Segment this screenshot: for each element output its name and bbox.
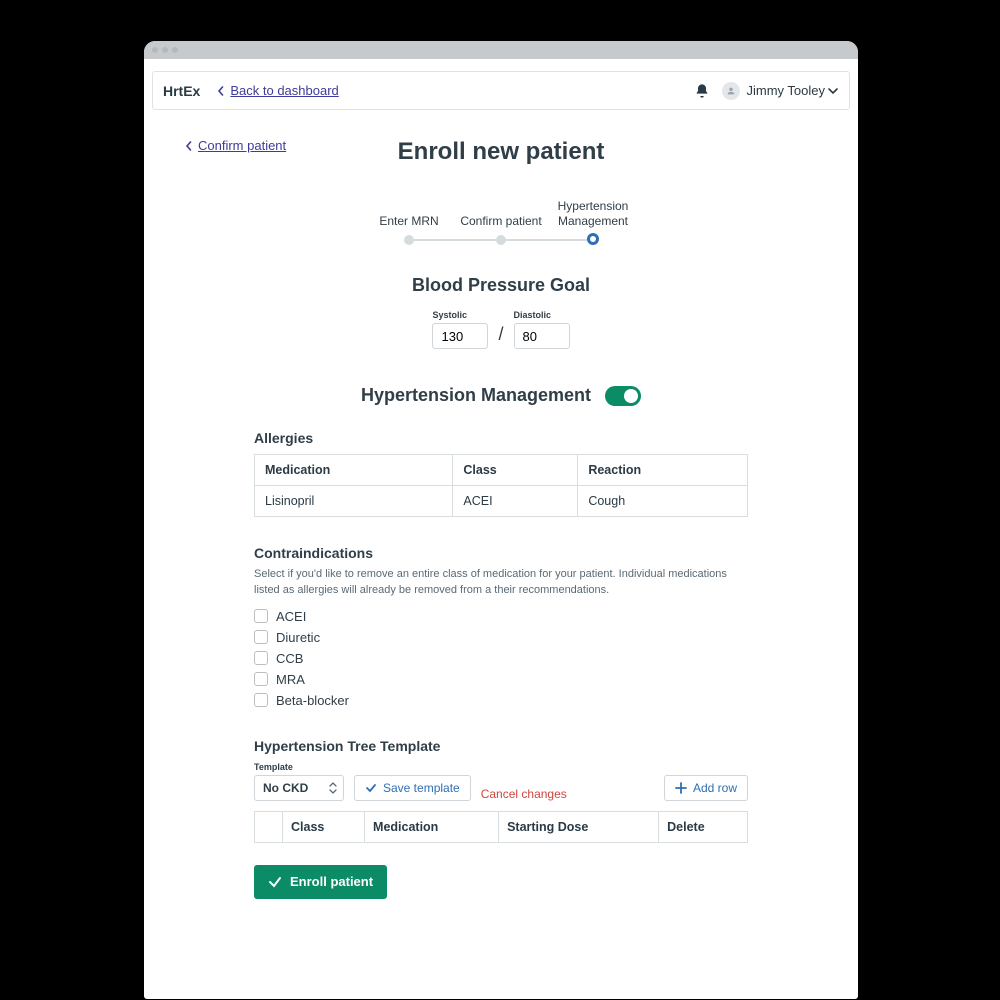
user-name: Jimmy Tooley [746,83,825,98]
cell-class: ACEI [453,486,578,517]
step-label: Hypertension Management [547,199,639,229]
stepper: Enter MRN Confirm patient Hypertension M… [184,199,818,245]
add-row-button[interactable]: Add row [664,775,748,801]
checkbox [254,630,268,644]
cell-medication: Lisinopril [255,486,453,517]
check-icon [365,782,377,794]
add-row-label: Add row [693,781,737,795]
checkbox [254,693,268,707]
user-avatar[interactable] [722,82,740,100]
htn-heading: Hypertension Management [361,385,591,406]
checkbox-label: ACEI [276,609,306,624]
enroll-patient-button[interactable]: Enroll patient [254,865,387,899]
user-menu-toggle[interactable] [827,85,839,97]
back-link-label: Back to dashboard [230,83,338,98]
template-select-wrap: Template No CKD [254,762,344,801]
col-class: Class [283,811,365,842]
step-label: Enter MRN [379,214,438,229]
plus-icon [675,782,687,794]
diastolic-field: Diastolic [514,310,570,349]
contra-option-diuretic[interactable]: Diuretic [254,630,748,645]
diastolic-label: Diastolic [514,310,570,320]
checkbox [254,609,268,623]
step-dot [587,233,599,245]
check-icon [268,875,282,889]
checkbox-label: CCB [276,651,303,666]
contra-checklist: ACEI Diuretic CCB MRA Beta-blocker [254,609,748,708]
step-label: Confirm patient [460,214,541,229]
app-window: HrtEx Back to dashboard Jimmy Tooley Con… [144,41,858,999]
step-dot [496,235,506,245]
page-content: Confirm patient Enroll new patient Enter… [144,110,858,899]
col-medication: Medication [255,455,453,486]
checkbox-label: MRA [276,672,305,687]
template-select-label: Template [254,762,344,772]
tree-template-table: Class Medication Starting Dose Delete [254,811,748,843]
top-nav: HrtEx Back to dashboard Jimmy Tooley [152,71,850,110]
checkbox-label: Diuretic [276,630,320,645]
checkbox [254,672,268,686]
col-handle [255,811,283,842]
systolic-input[interactable] [432,323,488,349]
tree-template-section: Hypertension Tree Template Template No C… [254,738,748,899]
chevron-left-icon [216,86,226,96]
table-row: Lisinopril ACEI Cough [255,486,748,517]
htn-toggle[interactable] [605,386,641,406]
save-template-label: Save template [383,781,460,795]
col-starting-dose: Starting Dose [499,811,659,842]
systolic-field: Systolic [432,310,488,349]
chevron-down-icon [827,85,839,97]
allergies-heading: Allergies [254,430,748,446]
allergies-table: Medication Class Reaction Lisinopril ACE… [254,454,748,517]
table-header-row: Medication Class Reaction [255,455,748,486]
blood-pressure-section: Blood Pressure Goal Systolic / Diastolic [254,275,748,349]
col-class: Class [453,455,578,486]
systolic-label: Systolic [432,310,488,320]
contra-help-text: Select if you'd like to remove an entire… [254,567,748,599]
col-medication: Medication [365,811,499,842]
col-reaction: Reaction [578,455,748,486]
notifications-button[interactable] [694,83,710,99]
checkbox-label: Beta-blocker [276,693,349,708]
select-updown-icon [329,782,337,794]
breadcrumb-label: Confirm patient [198,138,286,153]
template-heading: Hypertension Tree Template [254,738,748,754]
contra-option-ccb[interactable]: CCB [254,651,748,666]
htn-management-header: Hypertension Management [184,385,818,406]
traffic-light-dot [152,47,158,53]
window-titlebar [144,41,858,59]
enroll-patient-label: Enroll patient [290,874,373,889]
allergies-section: Allergies Medication Class Reaction Lisi… [254,430,748,517]
contra-option-beta-blocker[interactable]: Beta-blocker [254,693,748,708]
bp-slash: / [498,324,503,349]
contra-option-acei[interactable]: ACEI [254,609,748,624]
traffic-light-dot [162,47,168,53]
toggle-knob [624,389,638,403]
breadcrumb-back-link[interactable]: Confirm patient [184,138,286,153]
cell-reaction: Cough [578,486,748,517]
cancel-changes-link[interactable]: Cancel changes [481,787,567,801]
traffic-light-dot [172,47,178,53]
chevron-left-icon [184,141,194,151]
col-delete: Delete [659,811,748,842]
bp-heading: Blood Pressure Goal [254,275,748,296]
diastolic-input[interactable] [514,323,570,349]
page-title: Enroll new patient [398,138,605,166]
person-icon [726,86,736,96]
template-select[interactable]: No CKD [254,775,344,801]
checkbox [254,651,268,665]
contra-option-mra[interactable]: MRA [254,672,748,687]
back-to-dashboard-link[interactable]: Back to dashboard [216,83,338,98]
template-select-value: No CKD [263,781,308,795]
brand-logo: HrtEx [163,83,200,99]
contra-heading: Contraindications [254,545,748,561]
contraindications-section: Contraindications Select if you'd like t… [254,545,748,708]
bell-icon [694,83,710,99]
table-header-row: Class Medication Starting Dose Delete [255,811,748,842]
step-dot [404,235,414,245]
cancel-changes-label: Cancel changes [481,787,567,801]
save-template-button[interactable]: Save template [354,775,471,801]
